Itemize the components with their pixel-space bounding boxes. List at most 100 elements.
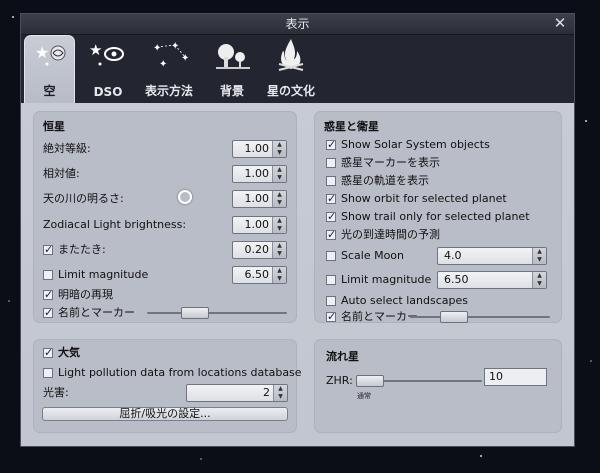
planets-group: 惑星と衛星 Show Solar System objects 惑星マーカーを表… (314, 111, 562, 326)
background-star (590, 360, 592, 362)
checkbox-box[interactable] (43, 368, 53, 378)
tab-dso[interactable]: ★ DSO (83, 35, 133, 103)
planets-group-title: 惑星と衛星 (324, 120, 379, 133)
relative-scale-spinbox[interactable]: 1.00 ▲ ▼ (232, 165, 287, 183)
spin-down-icon[interactable]: ▼ (273, 199, 286, 207)
zodiacal-light-spinbox[interactable]: 1.00 ▲ ▼ (232, 216, 287, 234)
spin-up-icon[interactable]: ▲ (273, 141, 286, 149)
slider-handle[interactable] (356, 375, 384, 387)
spin-up-icon[interactable]: ▲ (533, 248, 546, 256)
checkbox-box[interactable] (326, 190, 336, 208)
meteor-rate-slider[interactable] (356, 374, 482, 388)
twinkle-checkbox[interactable]: またたき: (43, 241, 223, 259)
spin-down-icon[interactable]: ▼ (274, 393, 287, 401)
scale-moon-checkbox[interactable]: Scale Moon (326, 247, 426, 265)
star-labels-slider[interactable] (147, 306, 287, 320)
spin-down-icon[interactable]: ▼ (533, 256, 546, 264)
adaptation-checkbox[interactable]: 明暗の再現 (43, 286, 223, 304)
tab-label: DSO (93, 85, 123, 99)
tab-starlore[interactable]: 星の文化 (261, 35, 321, 103)
tab-markings[interactable]: ✦ ✦ ✦ ✦ 表示方法 (137, 35, 201, 103)
spin-down-icon[interactable]: ▼ (533, 280, 546, 288)
checkbox-box[interactable] (326, 176, 336, 186)
meteors-group-title: 流れ星 (326, 350, 359, 363)
zhr-label: ZHR: (326, 374, 353, 387)
light-pollution-spinbox[interactable]: 2 ▲ ▼ (186, 384, 288, 402)
spin-up-icon[interactable]: ▲ (273, 191, 286, 199)
spin-up-icon[interactable]: ▲ (273, 242, 286, 250)
spinbox-value: 1.00 (244, 142, 270, 155)
checkbox-box[interactable] (326, 226, 336, 244)
planet-limit-magnitude-checkbox[interactable]: Limit magnitude (326, 271, 431, 289)
checkbox-box[interactable] (43, 270, 53, 280)
spin-down-icon[interactable]: ▼ (273, 250, 286, 258)
checkbox-box[interactable] (43, 344, 53, 362)
twinkle-spinbox[interactable]: 0.20 ▲ ▼ (232, 241, 287, 259)
spinbox-value: 6.50 (444, 273, 469, 286)
dialog-titlebar[interactable]: 表示 ✕ (21, 14, 574, 35)
spin-up-icon[interactable]: ▲ (273, 166, 286, 174)
stars-group-title: 恒星 (43, 120, 65, 133)
checkbox-box[interactable] (326, 158, 336, 168)
checkbox-label: Show Solar System objects (341, 138, 490, 151)
checkbox-label: Show trail only for selected planet (341, 210, 530, 223)
planet-limit-magnitude-spinbox[interactable]: 6.50 ▲ ▼ (437, 271, 547, 289)
spin-down-icon[interactable]: ▼ (273, 149, 286, 157)
tab-sky[interactable]: ★ 空 (24, 35, 75, 103)
checkbox-label: 惑星の軌道を表示 (341, 174, 429, 187)
slider-handle[interactable] (181, 307, 209, 319)
planet-labels-slider[interactable] (410, 310, 550, 324)
checkbox-box[interactable] (326, 208, 336, 226)
spinbox-value: 6.50 (244, 268, 270, 281)
spin-up-icon[interactable]: ▲ (273, 217, 286, 225)
close-icon[interactable]: ✕ (552, 15, 568, 31)
atmosphere-group: 大気 Light pollution data from locations d… (33, 339, 302, 433)
checkbox-box[interactable] (326, 136, 336, 154)
spinbox-value: 1.00 (244, 218, 270, 231)
checkbox-box[interactable] (43, 241, 53, 259)
svg-text:✦: ✦ (153, 43, 161, 54)
tab-landscape[interactable]: 背景 (206, 35, 258, 103)
spin-up-icon[interactable]: ▲ (533, 272, 546, 280)
spin-down-icon[interactable]: ▼ (273, 225, 286, 233)
checkbox-label: 惑星マーカーを表示 (341, 156, 440, 169)
svg-text:✦: ✦ (181, 53, 189, 64)
zhr-value-field[interactable]: 10 (484, 368, 547, 386)
tab-label: 背景 (219, 84, 244, 98)
checkbox-box[interactable] (43, 304, 53, 322)
star-limit-magnitude-spinbox[interactable]: 6.50 ▲ ▼ (232, 266, 287, 284)
checkbox-label: Limit magnitude (341, 273, 432, 286)
spinbox-value: 2 (263, 386, 270, 399)
background-star (8, 300, 10, 302)
scale-moon-spinbox[interactable]: 4.0 ▲ ▼ (437, 247, 547, 265)
light-pollution-label: 光害: (43, 386, 69, 399)
checkbox-box[interactable] (326, 275, 336, 285)
checkbox-label: Limit magnitude (58, 268, 149, 281)
checkbox-box[interactable] (326, 296, 336, 306)
meteors-group: 流れ星 ZHR: 10 通常 (314, 339, 562, 433)
milky-way-spinbox[interactable]: 1.00 ▲ ▼ (232, 190, 287, 208)
checkbox-label: 名前とマーカー (58, 306, 135, 319)
star-limit-magnitude-checkbox[interactable]: Limit magnitude (43, 266, 223, 284)
slider-handle[interactable] (440, 311, 468, 323)
spin-down-icon[interactable]: ▼ (273, 174, 286, 182)
checkbox-box[interactable] (326, 308, 336, 326)
dso-icon: ★ (83, 37, 133, 71)
milky-way-label: 天の川の明るさ: (43, 192, 124, 205)
checkbox-box[interactable] (326, 251, 336, 261)
spin-up-icon[interactable]: ▲ (273, 267, 286, 275)
refraction-settings-button[interactable]: 屈折/吸光の設定... (42, 407, 288, 421)
checkbox-label: 明暗の再現 (58, 288, 113, 301)
starlore-icon (261, 37, 321, 71)
spin-down-icon[interactable]: ▼ (273, 275, 286, 283)
spinbox-value: 4.0 (444, 249, 462, 262)
checkbox-box[interactable] (43, 286, 53, 304)
spin-up-icon[interactable]: ▲ (274, 385, 287, 393)
slider-track (410, 316, 550, 318)
cursor-icon (178, 190, 192, 204)
slider-track (147, 312, 287, 314)
star-labels-checkbox[interactable]: 名前とマーカー (43, 304, 163, 322)
background-star (200, 458, 202, 460)
absolute-scale-spinbox[interactable]: 1.00 ▲ ▼ (232, 140, 287, 158)
spinbox-value: 1.00 (244, 192, 270, 205)
